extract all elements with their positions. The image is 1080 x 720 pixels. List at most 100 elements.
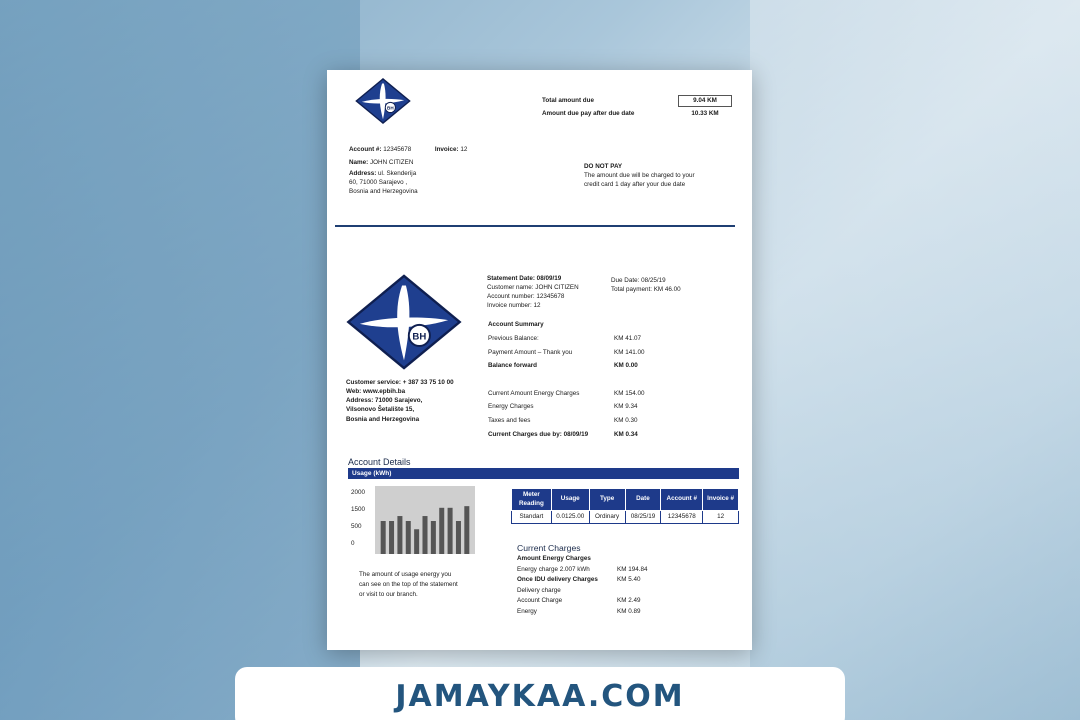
charge-row: Account Charge KM 2.49: [517, 596, 657, 607]
usage-bar: [414, 529, 420, 554]
customer-service-address2: Vilsonovo Šetalište 15,: [346, 406, 415, 414]
do-not-pay-line2: credit card 1 day after your due date: [584, 181, 686, 189]
summary-row: Taxes and fees KM 0.30: [488, 416, 648, 430]
do-not-pay-notice: DO NOT PAY The amount due will be charge…: [584, 162, 724, 189]
account-summary-title: Account Summary: [488, 321, 544, 328]
charge-label: Once IDU delivery Charges: [517, 576, 598, 584]
total-payment: Total payment: KM 46.00: [611, 286, 681, 294]
customer-service-address3: Bosnia and Herzegovina: [346, 415, 420, 423]
current-charges-title: Current Charges: [517, 543, 581, 553]
summary-value: KM 154.00: [614, 389, 645, 397]
after-due-label: Amount due pay after due date: [542, 109, 635, 117]
account-label: Account #:: [349, 146, 382, 153]
charge-label: Energy: [517, 607, 537, 615]
statement-date: Statement Date: 08/09/19: [487, 275, 562, 282]
y-tick-label: 1500: [351, 506, 366, 513]
invoice-label: Invoice:: [434, 146, 459, 153]
do-not-pay-title: DO NOT PAY: [584, 163, 623, 170]
banner-text: JAMAYKAA.COM: [395, 679, 685, 714]
usage-note-line3: or visit to our branch.: [359, 591, 418, 599]
address-line3: Bosnia and Herzegovina: [349, 188, 418, 196]
due-date-info: Due Date: 08/25/19 Total payment: KM 46.…: [611, 276, 731, 294]
meter-table: Meter Reading Usage Type Date Account # …: [511, 488, 739, 524]
charge-row: Energy KM 0.89: [517, 607, 657, 618]
charge-row: Delivery charge: [517, 586, 657, 597]
summary-label: Payment Amount – Thank you: [488, 348, 573, 356]
invoice-number: Invoice number: 12: [487, 302, 541, 310]
charge-value: KM 5.40: [617, 576, 641, 584]
table-cell: 12345678: [660, 510, 704, 524]
name-value: JOHN CITIZEN: [370, 159, 414, 166]
y-tick-label: 0: [351, 540, 355, 547]
address-line2: 60, 71000 Sarajevo ,: [349, 179, 408, 187]
meter-reading-header: Meter Reading: [511, 488, 552, 511]
after-due-value: 10.33 KM: [691, 109, 719, 117]
charge-value: KM 2.49: [617, 597, 641, 605]
total-amount-due-value: 9.04 KM: [678, 94, 732, 107]
summary-value: KM 0.30: [614, 416, 638, 424]
customer-service-web: Web: www.epbih.ba: [346, 388, 406, 396]
usage-bar: [464, 506, 470, 554]
section-divider: [335, 225, 735, 227]
summary-row: Current Charges due by: 08/09/19 KM 0.34: [488, 430, 648, 444]
company-logo-small: BH: [355, 78, 411, 124]
customer-name: Customer name: JOHN CITIZEN: [487, 284, 579, 292]
usage-bar: [439, 507, 445, 554]
total-amount-due-label: Total amount due: [542, 96, 595, 104]
table-cell: 08/25/19: [624, 510, 662, 524]
charge-label: Energy charge 2.007 kWh: [517, 565, 590, 573]
summary-label: Previous Balance:: [488, 335, 539, 342]
y-tick-label: 500: [351, 523, 362, 530]
usage-bar: [447, 507, 453, 554]
table-cell: 12: [702, 510, 739, 524]
type-header: Type: [588, 488, 626, 511]
charge-label: Delivery charge: [517, 586, 561, 594]
summary-value: KM 0.34: [614, 430, 638, 438]
address-line1: ul. Skenderija: [378, 170, 417, 177]
account-number: Account number: 12345678: [487, 293, 565, 301]
charge-row: Once IDU delivery Charges KM 5.40: [517, 575, 657, 586]
y-tick-label: 2000: [351, 489, 366, 496]
current-charges: Amount Energy Charges Energy charge 2.00…: [517, 554, 657, 618]
account-info: Account #: 12345678 Invoice: 12 Name: JO…: [349, 145, 499, 196]
statement-info: Statement Date: 08/09/19 Customer name: …: [487, 274, 607, 311]
do-not-pay-line1: The amount due will be charged to your: [584, 172, 695, 180]
usage-bar-chart: [375, 486, 475, 554]
usage-bar: [422, 516, 428, 554]
name-label: Name:: [349, 159, 369, 166]
invoice-header: Invoice #: [702, 488, 739, 511]
charge-row: Energy charge 2.007 kWh KM 194.84: [517, 565, 657, 576]
usage-note-line2: can see on the top of the statement: [359, 581, 458, 589]
usage-section-bar: Usage (kWh): [348, 468, 739, 479]
summary-label: Energy Charges: [488, 403, 534, 411]
company-logo-large: BH: [346, 274, 462, 370]
usage-bar: [397, 516, 403, 554]
summary-row: Current Amount Energy Charges KM 154.00: [488, 389, 648, 403]
address-label: Address:: [349, 170, 377, 177]
account-header: Account #: [660, 488, 704, 511]
site-banner: JAMAYKAA.COM: [235, 667, 845, 720]
usage-bar: [430, 521, 436, 554]
summary-value: KM 141.00: [614, 348, 645, 356]
amount-due-box: Total amount due 9.04 KM Amount due pay …: [542, 94, 732, 120]
summary-value: KM 9.34: [614, 403, 638, 411]
utility-bill-document: BH Total amount due 9.04 KM Amount due p…: [327, 70, 752, 650]
table-cell: Standart: [511, 510, 552, 524]
charge-value: KM 0.89: [617, 607, 641, 615]
customer-service-phone: Customer service: + 387 33 75 10 00: [346, 379, 454, 386]
customer-service-address1: Address: 71000 Sarajevo,: [346, 397, 423, 405]
summary-label: Current Charges due by: 08/09/19: [488, 430, 589, 438]
table-cell: Ordinary: [588, 510, 626, 524]
summary-label: Balance forward: [488, 362, 537, 370]
usage-bar: [455, 521, 461, 554]
table-cell: 0.0125.00: [550, 510, 590, 524]
summary-label: Current Amount Energy Charges: [488, 389, 580, 397]
charge-value: [617, 586, 657, 597]
summary-row: Balance forward KM 0.00: [488, 361, 648, 375]
chart-y-axis: 2000 1500 500 0: [351, 488, 371, 556]
usage-note-line1: The amount of usage energy you: [359, 571, 452, 578]
invoice-value: 12: [460, 146, 468, 153]
usage-header: Usage: [550, 488, 590, 511]
meter-table-header-row: Meter Reading Usage Type Date Account # …: [511, 488, 739, 511]
summary-row: Energy Charges KM 9.34: [488, 402, 648, 416]
